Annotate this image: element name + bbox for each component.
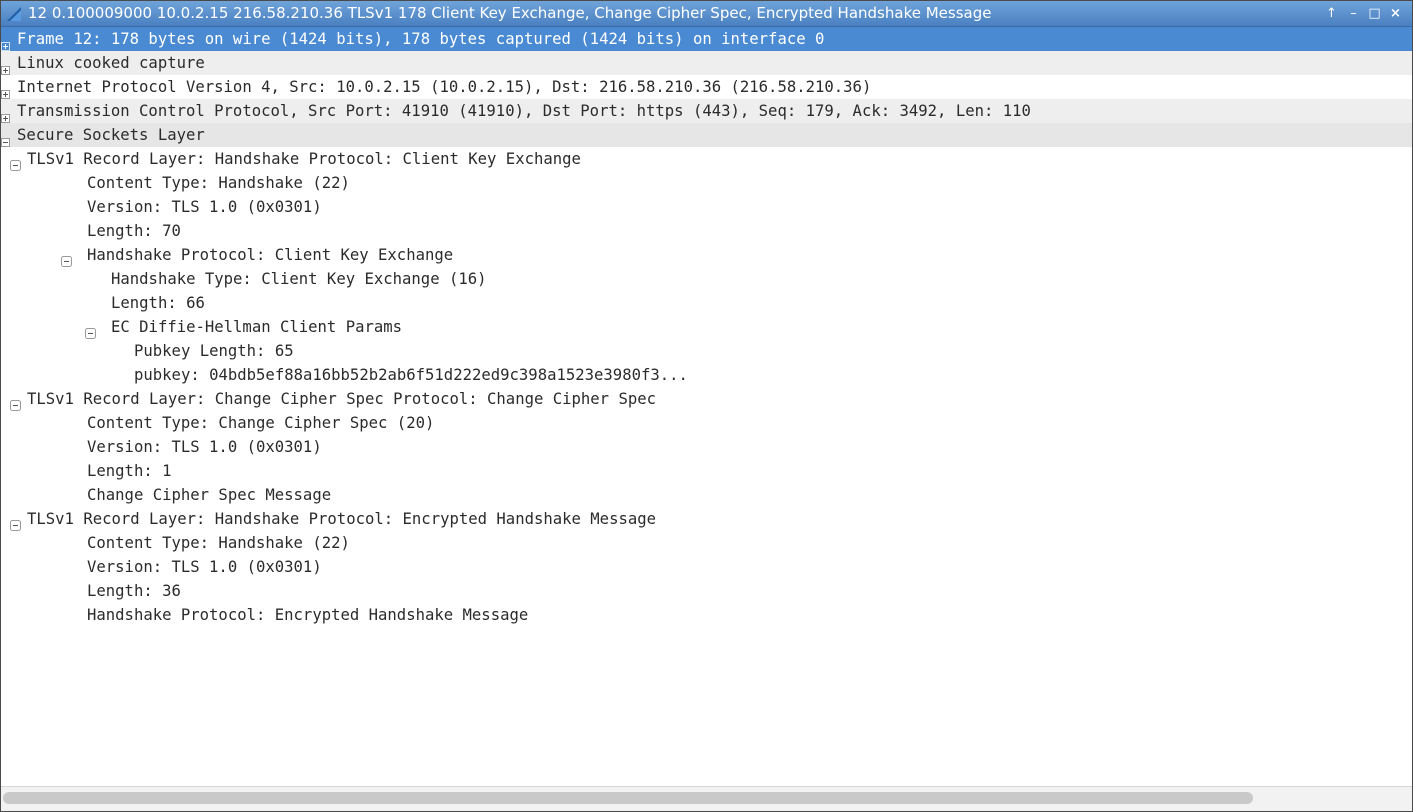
tree-row-label: EC Diffie-Hellman Client Params bbox=[111, 318, 403, 336]
tree-row-tls-record-1[interactable]: TLSv1 Record Layer: Handshake Protocol: … bbox=[1, 147, 1412, 171]
tree-row-label: Length: 66 bbox=[111, 294, 205, 312]
collapse-minus-icon[interactable] bbox=[10, 394, 21, 411]
tree-row-label: Handshake Protocol: Encrypted Handshake … bbox=[87, 606, 529, 624]
tree-row-field[interactable]: Length: 36 bbox=[1, 579, 1412, 603]
tree-row-field[interactable]: Handshake Protocol: Encrypted Handshake … bbox=[1, 603, 1412, 627]
tree-row-label: Length: 70 bbox=[87, 222, 181, 240]
tree-row-label: Version: TLS 1.0 (0x0301) bbox=[87, 558, 322, 576]
tree-row-field[interactable]: Length: 1 bbox=[1, 459, 1412, 483]
expand-plus-icon[interactable] bbox=[1, 34, 10, 51]
wireshark-fin-icon bbox=[6, 5, 22, 21]
tree-row-ecdh-params[interactable]: EC Diffie-Hellman Client Params bbox=[1, 315, 1412, 339]
tree-row-label: Transmission Control Protocol, Src Port:… bbox=[17, 102, 1031, 120]
tree-row-label: Handshake Protocol: Client Key Exchange bbox=[87, 246, 454, 264]
tree-row-linux-cooked[interactable]: Linux cooked capture bbox=[1, 51, 1412, 75]
expand-plus-icon[interactable] bbox=[1, 106, 10, 123]
tree-row-field[interactable]: Length: 70 bbox=[1, 219, 1412, 243]
close-icon[interactable]: × bbox=[1387, 5, 1404, 22]
tree-row-handshake-protocol[interactable]: Handshake Protocol: Client Key Exchange bbox=[1, 243, 1412, 267]
collapse-minus-icon[interactable] bbox=[10, 154, 21, 171]
keep-above-icon[interactable]: ↑ bbox=[1323, 5, 1340, 22]
tree-row-label: Change Cipher Spec Message bbox=[87, 486, 332, 504]
tree-row-field[interactable]: Version: TLS 1.0 (0x0301) bbox=[1, 555, 1412, 579]
packet-details-tree[interactable]: Frame 12: 178 bytes on wire (1424 bits),… bbox=[1, 27, 1412, 785]
collapse-minus-icon[interactable] bbox=[10, 514, 21, 531]
tree-row-label: Version: TLS 1.0 (0x0301) bbox=[87, 438, 322, 456]
window-titlebar[interactable]: 12 0.100009000 10.0.2.15 216.58.210.36 T… bbox=[1, 1, 1412, 27]
horizontal-scrollbar[interactable] bbox=[1, 786, 1412, 811]
tree-row-ssl[interactable]: Secure Sockets Layer bbox=[1, 123, 1412, 147]
tree-row-label: Content Type: Handshake (22) bbox=[87, 174, 350, 192]
tree-row-label: TLSv1 Record Layer: Change Cipher Spec P… bbox=[27, 390, 657, 408]
tree-row-label: Version: TLS 1.0 (0x0301) bbox=[87, 198, 322, 216]
tree-row-label: pubkey: 04bdb5ef88a16bb52b2ab6f51d222ed9… bbox=[134, 366, 688, 384]
expand-plus-icon[interactable] bbox=[1, 82, 10, 99]
tree-row-label: Secure Sockets Layer bbox=[17, 126, 205, 144]
tree-row-field[interactable]: pubkey: 04bdb5ef88a16bb52b2ab6f51d222ed9… bbox=[1, 363, 1412, 387]
tree-row-tls-record-3[interactable]: TLSv1 Record Layer: Handshake Protocol: … bbox=[1, 507, 1412, 531]
tree-row-tcp[interactable]: Transmission Control Protocol, Src Port:… bbox=[1, 99, 1412, 123]
maximize-icon[interactable]: □ bbox=[1366, 5, 1383, 22]
packet-details-window: 12 0.100009000 10.0.2.15 216.58.210.36 T… bbox=[0, 0, 1413, 812]
tree-row-label: Length: 36 bbox=[87, 582, 181, 600]
tree-row-tls-record-2[interactable]: TLSv1 Record Layer: Change Cipher Spec P… bbox=[1, 387, 1412, 411]
tree-row-label: TLSv1 Record Layer: Handshake Protocol: … bbox=[27, 510, 657, 528]
tree-row-label: Content Type: Handshake (22) bbox=[87, 534, 350, 552]
tree-row-label: Handshake Type: Client Key Exchange (16) bbox=[111, 270, 487, 288]
tree-row-field[interactable]: Content Type: Change Cipher Spec (20) bbox=[1, 411, 1412, 435]
tree-row-label: Length: 1 bbox=[87, 462, 172, 480]
tree-row-field[interactable]: Content Type: Handshake (22) bbox=[1, 171, 1412, 195]
collapse-minus-icon[interactable] bbox=[61, 250, 72, 267]
tree-row-label: TLSv1 Record Layer: Handshake Protocol: … bbox=[27, 150, 581, 168]
tree-row-field[interactable]: Version: TLS 1.0 (0x0301) bbox=[1, 195, 1412, 219]
tree-row-field[interactable]: Version: TLS 1.0 (0x0301) bbox=[1, 435, 1412, 459]
tree-row-label: Linux cooked capture bbox=[17, 54, 205, 72]
tree-row-field[interactable]: Pubkey Length: 65 bbox=[1, 339, 1412, 363]
tree-row-field[interactable]: Content Type: Handshake (22) bbox=[1, 531, 1412, 555]
tree-row-ipv4[interactable]: Internet Protocol Version 4, Src: 10.0.2… bbox=[1, 75, 1412, 99]
tree-row-field[interactable]: Handshake Type: Client Key Exchange (16) bbox=[1, 267, 1412, 291]
tree-row-field[interactable]: Change Cipher Spec Message bbox=[1, 483, 1412, 507]
minimize-icon[interactable]: – bbox=[1345, 5, 1362, 22]
expand-plus-icon[interactable] bbox=[1, 58, 10, 75]
tree-row-label: Frame 12: 178 bytes on wire (1424 bits),… bbox=[17, 30, 825, 48]
scrollbar-thumb[interactable] bbox=[3, 792, 1253, 804]
collapse-minus-icon[interactable] bbox=[1, 130, 10, 147]
tree-row-field[interactable]: Length: 66 bbox=[1, 291, 1412, 315]
window-title: 12 0.100009000 10.0.2.15 216.58.210.36 T… bbox=[28, 4, 992, 22]
collapse-minus-icon[interactable] bbox=[85, 322, 96, 339]
tree-row-label: Pubkey Length: 65 bbox=[134, 342, 294, 360]
tree-row-frame[interactable]: Frame 12: 178 bytes on wire (1424 bits),… bbox=[1, 27, 1412, 51]
tree-row-label: Internet Protocol Version 4, Src: 10.0.2… bbox=[17, 78, 872, 96]
tree-row-label: Content Type: Change Cipher Spec (20) bbox=[87, 414, 435, 432]
